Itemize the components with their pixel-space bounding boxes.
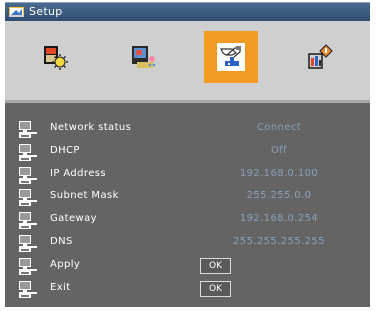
row-ip-address[interactable]: IP Address 192.168.0.100 xyxy=(5,164,370,186)
network-item-icon xyxy=(19,121,37,138)
row-dns[interactable]: DNS 255.255.255.255 xyxy=(5,232,370,254)
image-settings-icon xyxy=(44,46,68,70)
tab-setup[interactable] xyxy=(204,31,258,83)
network-item-icon xyxy=(19,167,37,184)
setup-tab-icon xyxy=(217,43,245,71)
tab-display-settings[interactable] xyxy=(116,31,170,83)
network-status-label: Network status xyxy=(50,122,132,133)
window-title: Setup xyxy=(29,5,63,18)
setup-icon xyxy=(9,7,24,17)
subnet-mask-value: 255.255.0.0 xyxy=(246,190,312,201)
dns-value: 255.255.255.255 xyxy=(233,236,325,247)
row-exit[interactable]: Exit OK xyxy=(5,278,370,300)
network-item-icon xyxy=(19,281,37,298)
ip-address-value: 192.168.0.100 xyxy=(239,168,319,179)
setup-network-panel: Network status Connect DHCP Off IP Addre… xyxy=(5,103,370,307)
dns-label: DNS xyxy=(50,236,73,247)
network-status-value: Connect xyxy=(256,122,302,133)
exit-ok-button[interactable]: OK xyxy=(200,281,231,297)
row-apply[interactable]: Apply OK xyxy=(5,255,370,277)
row-subnet-mask[interactable]: Subnet Mask 255.255.0.0 xyxy=(5,186,370,208)
gateway-label: Gateway xyxy=(50,213,97,224)
row-gateway[interactable]: Gateway 192.168.0.254 xyxy=(5,209,370,231)
network-item-icon xyxy=(19,235,37,252)
display-settings-icon xyxy=(132,46,156,68)
tab-image-settings[interactable] xyxy=(28,31,82,83)
row-dhcp[interactable]: DHCP Off xyxy=(5,141,370,163)
network-item-icon xyxy=(19,189,37,206)
menu-tab-bar xyxy=(5,21,370,100)
options-icon xyxy=(308,44,333,69)
osd-frame: Setup Network status Connect DHCP Off IP… xyxy=(0,0,376,311)
dhcp-label: DHCP xyxy=(50,145,80,156)
tab-options[interactable] xyxy=(292,31,346,83)
gateway-value: 192.168.0.254 xyxy=(239,213,319,224)
dhcp-value: Off xyxy=(270,145,288,156)
title-bar: Setup xyxy=(5,2,370,21)
ip-address-label: IP Address xyxy=(50,168,106,179)
exit-label: Exit xyxy=(50,282,71,293)
network-item-icon xyxy=(19,144,37,161)
network-item-icon xyxy=(19,258,37,275)
apply-ok-button[interactable]: OK xyxy=(200,258,231,274)
apply-label: Apply xyxy=(50,259,81,270)
network-item-icon xyxy=(19,212,37,229)
row-network-status[interactable]: Network status Connect xyxy=(5,118,370,140)
subnet-mask-label: Subnet Mask xyxy=(50,190,119,201)
